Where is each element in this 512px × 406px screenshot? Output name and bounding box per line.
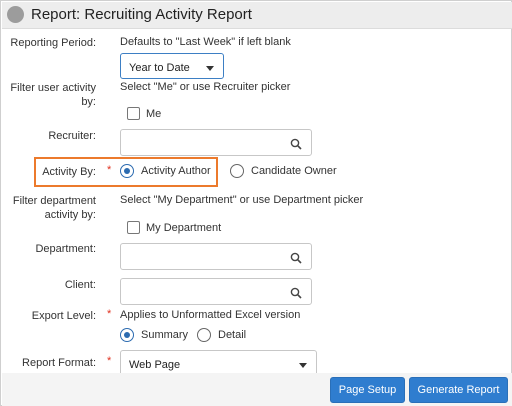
recruiter-input[interactable] xyxy=(120,129,312,156)
activity-by-label: Activity By: xyxy=(42,166,96,178)
report-window: Report: Recruiting Activity Report Repor… xyxy=(0,0,512,406)
filter-department-hint: Select "My Department" or use Department… xyxy=(120,194,364,206)
activity-author-radio[interactable] xyxy=(120,164,134,178)
me-checkbox[interactable] xyxy=(127,107,140,120)
page-setup-button[interactable]: Page Setup xyxy=(330,377,405,403)
client-label: Client: xyxy=(64,279,96,291)
report-format-value: Web Page xyxy=(129,359,181,371)
filter-department-label: Filter department activity by: xyxy=(12,195,96,221)
candidate-owner-radio[interactable] xyxy=(230,164,244,178)
search-icon[interactable] xyxy=(290,252,302,264)
required-marker: * xyxy=(107,164,112,176)
me-checkbox-label: Me xyxy=(146,108,162,120)
required-marker: * xyxy=(107,308,112,320)
candidate-owner-label: Candidate Owner xyxy=(251,165,337,177)
reporting-period-hint: Defaults to "Last Week" if left blank xyxy=(120,36,291,48)
my-department-label: My Department xyxy=(146,222,222,234)
filter-user-hint: Select "Me" or use Recruiter picker xyxy=(120,81,291,93)
search-icon[interactable] xyxy=(290,138,302,150)
summary-radio[interactable] xyxy=(120,328,134,342)
reporting-period-select[interactable]: Year to Date xyxy=(120,53,224,79)
page-title: Report: Recruiting Activity Report xyxy=(31,6,252,23)
detail-label: Detail xyxy=(218,329,247,341)
export-level-hint: Applies to Unformatted Excel version xyxy=(120,309,301,321)
caret-down-icon xyxy=(206,66,214,71)
caret-down-icon xyxy=(299,363,307,368)
department-input[interactable] xyxy=(120,243,312,270)
client-input[interactable] xyxy=(120,278,312,305)
reporting-period-label: Reporting Period: xyxy=(10,37,96,49)
generate-report-button[interactable]: Generate Report xyxy=(409,377,508,403)
circle-icon xyxy=(7,6,24,23)
title-bar: Report: Recruiting Activity Report xyxy=(2,2,512,29)
filter-user-label: Filter user activity by: xyxy=(10,82,96,108)
summary-label: Summary xyxy=(141,329,189,341)
recruiter-label: Recruiter: xyxy=(48,130,96,142)
footer-bar: Page Setup Generate Report xyxy=(2,373,512,406)
export-level-label: Export Level: xyxy=(31,310,96,322)
department-label: Department: xyxy=(35,243,96,255)
activity-author-label: Activity Author xyxy=(141,165,211,177)
detail-radio[interactable] xyxy=(197,328,211,342)
required-marker: * xyxy=(107,355,112,367)
my-department-checkbox[interactable] xyxy=(127,221,140,234)
report-format-label: Report Format: xyxy=(22,357,96,369)
search-icon[interactable] xyxy=(290,287,302,299)
reporting-period-value: Year to Date xyxy=(129,62,190,74)
